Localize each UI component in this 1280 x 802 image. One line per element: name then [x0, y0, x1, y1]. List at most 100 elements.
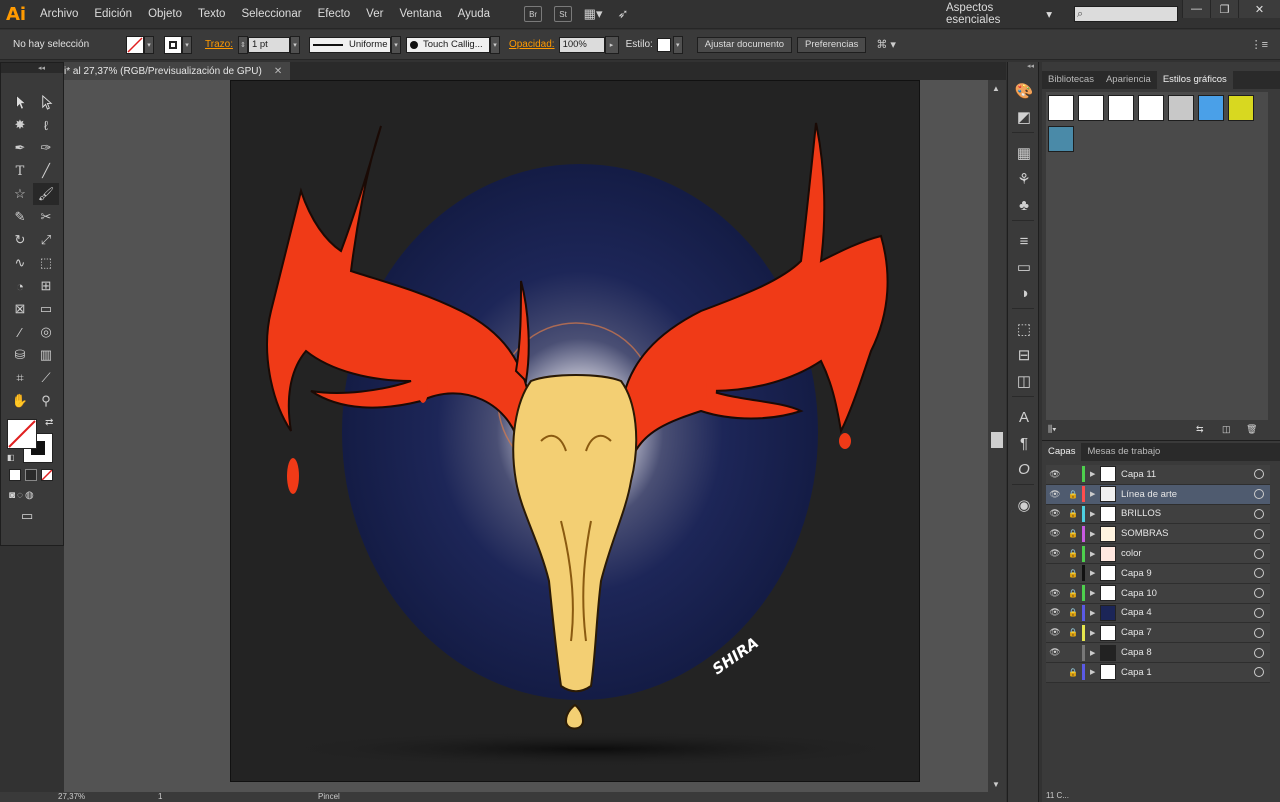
star-tool-icon[interactable]: ☆: [7, 183, 33, 205]
layer-row[interactable]: 👁 ▶ Capa 8: [1046, 643, 1270, 663]
layer-row[interactable]: 👁 🔒 ▶ SOMBRAS: [1046, 524, 1270, 545]
tab-mesas-de-trabajo[interactable]: Mesas de trabajo: [1081, 443, 1166, 461]
free-transform-tool-icon[interactable]: ⬚: [33, 252, 59, 274]
expand-arrow-icon[interactable]: ▶: [1090, 550, 1100, 558]
expand-arrow-icon[interactable]: ▶: [1090, 609, 1100, 617]
tools-panel-header[interactable]: ◂◂: [1, 63, 63, 73]
lock-icon[interactable]: 🔒: [1064, 668, 1082, 677]
stroke-label[interactable]: Trazo:: [205, 39, 233, 50]
delete-style-icon[interactable]: 🗑: [1246, 424, 1257, 435]
stroke-swatch[interactable]: [164, 35, 182, 54]
zoom-level[interactable]: 27,37%: [58, 792, 85, 801]
target-circle-icon[interactable]: [1254, 627, 1264, 638]
menu-objeto[interactable]: Objeto: [140, 0, 190, 29]
layer-row[interactable]: 👁 🔒 ▶ Capa 7: [1046, 623, 1270, 644]
visibility-eye-icon[interactable]: 👁: [1046, 647, 1064, 658]
close-button[interactable]: ✕: [1238, 0, 1280, 18]
menu-seleccionar[interactable]: Seleccionar: [233, 0, 309, 29]
align-icon[interactable]: ⊟: [1008, 342, 1040, 368]
scroll-up-icon[interactable]: ▲: [992, 84, 1000, 93]
transform-icon[interactable]: ⬚: [1008, 316, 1040, 342]
brush-definition[interactable]: Touch Callig...: [405, 36, 490, 53]
stroke-dropdown[interactable]: ▾: [182, 35, 192, 54]
layer-row[interactable]: 👁 🔒 ▶ BRILLOS: [1046, 504, 1270, 525]
scissors-tool-icon[interactable]: ✂: [33, 206, 59, 228]
layer-name[interactable]: color: [1121, 548, 1254, 559]
lock-icon[interactable]: 🔒: [1064, 628, 1082, 637]
gradient-mode-icon[interactable]: [25, 469, 37, 481]
gradient-tool-icon[interactable]: ▭: [33, 298, 59, 320]
lock-icon[interactable]: 🔒: [1064, 569, 1082, 578]
default-colors-icon[interactable]: ◧: [7, 453, 15, 462]
visibility-eye-icon[interactable]: 👁: [1046, 548, 1064, 559]
brush-dropdown[interactable]: ▾: [489, 35, 500, 54]
draw-behind-icon[interactable]: ◌: [17, 490, 23, 501]
artboard[interactable]: SHIRA: [230, 80, 920, 782]
layer-name[interactable]: Capa 8: [1121, 647, 1254, 658]
profile-dropdown[interactable]: ▾: [390, 35, 401, 54]
style-none-fill[interactable]: [1138, 95, 1164, 121]
visibility-eye-icon[interactable]: 👁: [1046, 489, 1064, 500]
visibility-eye-icon[interactable]: 👁: [1046, 627, 1064, 638]
pencil-tool-icon[interactable]: ✎: [7, 206, 33, 228]
hand-tool-icon[interactable]: ✋: [7, 390, 33, 412]
lock-icon[interactable]: 🔒: [1064, 589, 1082, 598]
layer-row[interactable]: 👁 🔒 ▶ Capa 10: [1046, 583, 1270, 604]
workspace-switcher[interactable]: Aspectos esenciales ▾: [940, 2, 1058, 26]
menu-ayuda[interactable]: Ayuda: [450, 0, 498, 29]
menu-efecto[interactable]: Efecto: [310, 0, 359, 29]
layer-row[interactable]: 🔒 ▶ Capa 1: [1046, 662, 1270, 683]
style-default-cmyk[interactable]: [1078, 95, 1104, 121]
style-gray-shadow[interactable]: [1168, 95, 1194, 121]
style-white[interactable]: [1108, 95, 1134, 121]
menu-edicion[interactable]: Edición: [86, 0, 140, 29]
selection-tool-icon[interactable]: [7, 91, 33, 113]
style-dropdown[interactable]: ▾: [672, 35, 683, 54]
style-yellow[interactable]: [1228, 95, 1254, 121]
paragraph-icon[interactable]: ¶: [1008, 430, 1040, 456]
target-circle-icon[interactable]: [1254, 548, 1264, 559]
expand-arrow-icon[interactable]: ▶: [1090, 470, 1100, 478]
direct-selection-tool-icon[interactable]: [33, 91, 59, 113]
target-circle-icon[interactable]: [1254, 568, 1264, 579]
layer-name[interactable]: Capa 1: [1121, 667, 1254, 678]
arrange-documents-icon[interactable]: ▦▾: [584, 6, 603, 22]
arrange-icon[interactable]: ⌘ ▾: [876, 38, 896, 51]
shape-builder-tool-icon[interactable]: ◔: [7, 275, 33, 297]
stroke-weight-dropdown[interactable]: ▾: [289, 35, 300, 54]
style-swatch[interactable]: [656, 37, 671, 52]
layer-row[interactable]: 👁 🔒 ▶ color: [1046, 544, 1270, 564]
layer-row[interactable]: 👁 🔒 ▶ Línea de arte: [1046, 484, 1270, 505]
libraries-menu-icon[interactable]: ⫼▾: [1048, 424, 1057, 435]
panel-menu-icon[interactable]: ⋮≡: [1251, 38, 1268, 51]
appearance-icon[interactable]: ◉: [1008, 492, 1040, 518]
pen-tool-icon[interactable]: ✒: [7, 137, 33, 159]
blend-tool-icon[interactable]: ◎: [33, 321, 59, 343]
symbols-icon[interactable]: ♣: [1008, 192, 1040, 218]
stroke-weight-field[interactable]: 1 pt: [247, 36, 290, 53]
stock-icon[interactable]: St: [554, 6, 573, 22]
lock-icon[interactable]: 🔒: [1064, 529, 1082, 538]
document-tab[interactable]: i* al 27,37% (RGB/Previsualización de GP…: [64, 62, 290, 80]
menu-ventana[interactable]: Ventana: [391, 0, 449, 29]
expand-arrow-icon[interactable]: ▶: [1090, 629, 1100, 637]
minimize-button[interactable]: —: [1182, 0, 1210, 18]
canvas[interactable]: SHIRA: [64, 80, 988, 792]
layer-name[interactable]: Capa 4: [1121, 607, 1254, 618]
visibility-eye-icon[interactable]: 👁: [1046, 528, 1064, 539]
target-circle-icon[interactable]: [1254, 508, 1264, 519]
layer-name[interactable]: Capa 9: [1121, 568, 1254, 579]
visibility-eye-icon[interactable]: 👁: [1046, 469, 1064, 480]
preferences-button[interactable]: Preferencias: [797, 36, 867, 53]
color-mode-icon[interactable]: [9, 469, 21, 481]
opacity-label[interactable]: Opacidad:: [509, 39, 555, 50]
brushes-icon[interactable]: ⚘: [1008, 166, 1040, 192]
curvature-tool-icon[interactable]: ✑: [33, 137, 59, 159]
lock-icon[interactable]: 🔒: [1064, 490, 1082, 499]
close-icon[interactable]: ✕: [274, 66, 282, 77]
scroll-down-icon[interactable]: ▼: [992, 780, 1000, 789]
document-setup-button[interactable]: Ajustar documento: [696, 36, 793, 53]
layer-name[interactable]: BRILLOS: [1121, 508, 1254, 519]
tab-apariencia[interactable]: Apariencia: [1100, 71, 1157, 89]
target-circle-icon[interactable]: [1254, 647, 1264, 658]
